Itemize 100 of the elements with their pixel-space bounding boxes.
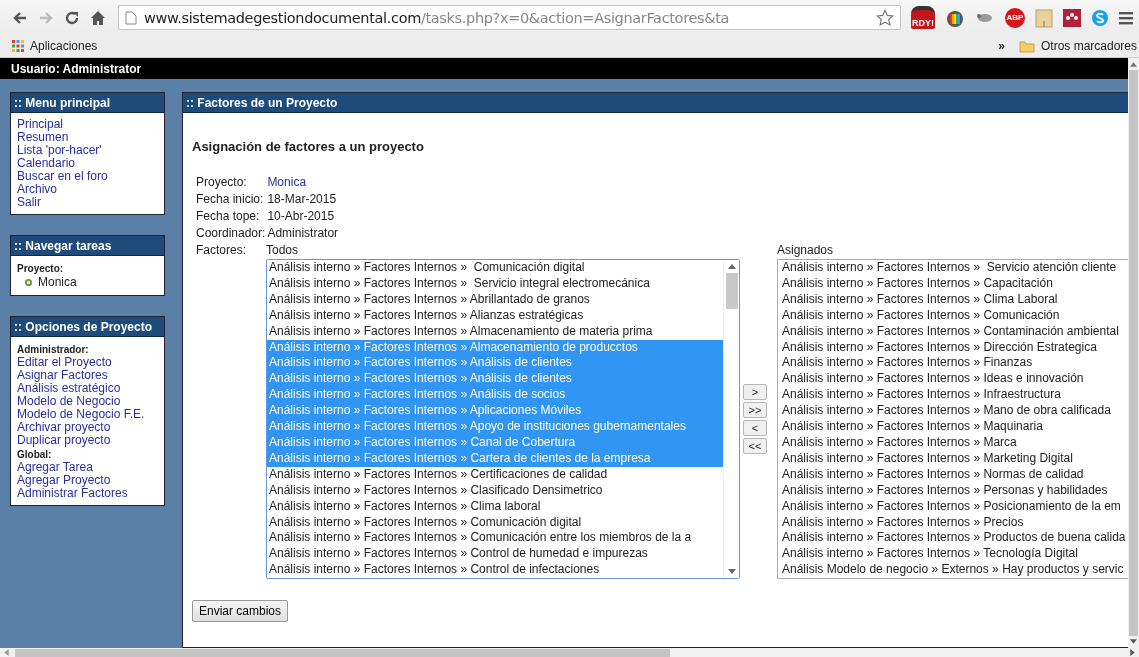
- submit-button[interactable]: Enviar cambios: [192, 600, 289, 622]
- menu-link[interactable]: Análisis estratégico: [17, 382, 158, 395]
- move-button[interactable]: >: [743, 384, 767, 400]
- list-option[interactable]: Análisis interno » Factores Internos » Control de infectaciones: [267, 562, 723, 578]
- list-option[interactable]: Análisis interno » Factores Internos » Clima Laboral: [780, 291, 1128, 308]
- list-option[interactable]: Análisis Modelo de negocio » Externos » Hay productos y servic: [780, 562, 1128, 578]
- reload-icon[interactable]: [64, 9, 80, 26]
- list-option[interactable]: Análisis interno » Factores Internos » Almacenamiento de materia prima: [267, 323, 723, 340]
- list-label: Asignados: [777, 242, 835, 259]
- field-label: Factores:: [195, 242, 247, 259]
- scroll-thumb[interactable]: [725, 273, 738, 309]
- list-option[interactable]: Análisis interno » Factores Internos » Marketing Digital: [780, 450, 1128, 467]
- field-label: Fecha inicio:: [196, 191, 265, 208]
- scroll-left-icon[interactable]: [4, 649, 9, 656]
- menu-link[interactable]: Archivar proyecto: [17, 421, 158, 434]
- field-value: Administrator: [267, 225, 339, 242]
- list-option[interactable]: Análisis interno » Factores Internos » Comunicación: [780, 307, 1128, 324]
- skype-icon[interactable]: [1091, 8, 1109, 27]
- section-heading: Global:: [17, 448, 53, 461]
- menu-link[interactable]: Administrar Factores: [17, 487, 158, 500]
- list-option[interactable]: Análisis interno » Factores Internos » Marca: [780, 434, 1128, 451]
- list-option[interactable]: Análisis interno » Factores Internos » Dirección Estrategica: [780, 339, 1128, 356]
- list-option[interactable]: Análisis interno » Factores Internos » Alianzas estratégicas: [267, 307, 723, 324]
- menu-link[interactable]: Calendario: [17, 157, 158, 170]
- bullet-icon: [25, 279, 32, 286]
- panel-title: :: Factores de un Proyecto: [186, 95, 338, 110]
- list-option[interactable]: Análisis interno » Factores Internos » Infraestructura: [780, 387, 1128, 404]
- scroll-thumb[interactable]: [15, 648, 670, 657]
- list-option[interactable]: Análisis interno » Factores Internos » Maquinaria: [780, 419, 1128, 435]
- other-bookmarks[interactable]: Otros marcadores: [1040, 39, 1137, 53]
- move-button[interactable]: <: [743, 420, 767, 436]
- all-factors-list[interactable]: [266, 259, 740, 579]
- extension-badge-icon[interactable]: RDY!: [911, 6, 935, 29]
- section-heading: Proyecto:: [17, 262, 65, 275]
- address-bar[interactable]: www.sistemadegestiondocumental.com/tasks.php?x=0&action=AsignarFactores&ta: [118, 5, 901, 30]
- dots-icon[interactable]: [1063, 8, 1081, 27]
- user-label: Usuario: Administrator: [11, 61, 142, 76]
- field-label: Coordinador:: [196, 225, 266, 242]
- list-option[interactable]: Análisis interno » Factores Internos » Mano de obra calificada: [780, 403, 1128, 420]
- list-option[interactable]: Análisis interno » Factores Internos » Clasificado Densimetrico: [267, 482, 723, 499]
- menu-link[interactable]: Archivo: [17, 183, 158, 196]
- apps-bookmark[interactable]: Aplicaciones: [30, 39, 98, 53]
- more-bookmarks-button[interactable]: »: [998, 39, 1005, 53]
- back-icon[interactable]: [12, 9, 28, 26]
- list-option[interactable]: Análisis interno » Factores Internos » Servicio atención cliente: [780, 260, 1128, 276]
- apps-icon[interactable]: [12, 40, 24, 52]
- list-option[interactable]: Análisis interno » Factores Internos » Servicio integral electromecánica: [267, 275, 723, 292]
- horizontal-scrollbar[interactable]: [0, 648, 1139, 657]
- menu-link[interactable]: Lista 'por-hacer': [17, 144, 158, 157]
- move-button[interactable]: >>: [743, 402, 767, 418]
- scroll-up-icon[interactable]: [727, 264, 736, 269]
- menu-link[interactable]: Buscar en el foro: [17, 170, 158, 183]
- list-option[interactable]: Análisis interno » Factores Internos » Ideas e innovación: [780, 371, 1128, 388]
- field-value: 10-Abr-2015: [267, 208, 336, 225]
- star-icon[interactable]: [876, 8, 894, 27]
- list-option[interactable]: Análisis interno » Factores Internos » Comunicación digital: [267, 514, 723, 531]
- list-option[interactable]: Análisis interno » Factores Internos » Personas y habilidades: [780, 482, 1128, 499]
- menu-link[interactable]: Duplicar proyecto: [17, 434, 158, 447]
- home-icon[interactable]: [90, 9, 106, 26]
- list-option[interactable]: Análisis interno » Factores Internos » Capacitación: [780, 275, 1128, 292]
- field-value: 18-Mar-2015: [267, 191, 338, 208]
- scroll-up-icon[interactable]: [1130, 62, 1137, 67]
- project-link[interactable]: Monica: [38, 275, 77, 290]
- list-option[interactable]: Análisis interno » Factores Internos » Finanzas: [780, 355, 1128, 372]
- panel-title: :: Opciones de Proyecto: [14, 319, 153, 334]
- list-option[interactable]: Análisis interno » Factores Internos » Posicionamiento de la em: [780, 498, 1128, 515]
- menu-icon[interactable]: [1119, 10, 1133, 25]
- list-option[interactable]: Análisis interno » Factores Internos » Control de humedad e impurezas: [267, 546, 723, 563]
- menu-link[interactable]: Agregar Tarea: [17, 461, 158, 474]
- menu-link[interactable]: Modelo de Negocio: [17, 395, 158, 408]
- list-option[interactable]: Análisis interno » Factores Internos » Comunicación entre los miembros de la a: [267, 530, 723, 547]
- list-option[interactable]: Análisis interno » Factores Internos » Tecnología Digital: [780, 546, 1128, 563]
- list-scrollbar[interactable]: [723, 260, 739, 578]
- scroll-down-icon[interactable]: [1130, 639, 1137, 644]
- project-link[interactable]: Monica: [267, 174, 339, 191]
- list-label: Todos: [266, 242, 300, 259]
- panel-title: :: Navegar tareas: [14, 238, 112, 253]
- list-option[interactable]: Análisis interno » Factores Internos » Certificaciones de calidad: [267, 466, 723, 483]
- move-button[interactable]: <<: [743, 438, 767, 454]
- menu-link[interactable]: Resumen: [17, 131, 158, 144]
- list-option[interactable]: Análisis interno » Factores Internos » Productos de buena calida: [780, 530, 1128, 547]
- list-option[interactable]: Análisis interno » Factores Internos » Clima laboral: [267, 498, 723, 515]
- list-option[interactable]: Análisis interno » Factores Internos » Comunicación digital: [267, 260, 723, 276]
- page-scrollbar[interactable]: [1128, 58, 1139, 648]
- extension-stop-icon[interactable]: ABP: [1005, 7, 1025, 28]
- scroll-down-icon[interactable]: [727, 569, 736, 574]
- list-option[interactable]: Análisis interno » Factores Internos » Normas de calidad: [780, 466, 1128, 483]
- menu-link[interactable]: Principal: [17, 118, 158, 131]
- scroll-thumb[interactable]: [1129, 70, 1138, 636]
- page-icon: [125, 10, 137, 25]
- list-option[interactable]: Análisis interno » Factores Internos » Contaminación ambiental: [780, 323, 1128, 340]
- page-heading: Asignación de factores a un proyecto: [192, 139, 425, 154]
- menu-link[interactable]: Editar el Proyecto: [17, 356, 158, 369]
- menu-link[interactable]: Salir: [17, 196, 158, 209]
- menu-link[interactable]: Asignar Factores: [17, 369, 158, 382]
- menu-link[interactable]: Modelo de Negocio F.E.: [17, 408, 158, 421]
- scroll-right-icon[interactable]: [1130, 649, 1135, 656]
- list-option[interactable]: Análisis interno » Factores Internos » Abrillantado de granos: [267, 291, 723, 308]
- menu-link[interactable]: Agregar Proyecto: [17, 474, 158, 487]
- list-option[interactable]: Análisis interno » Factores Internos » Precios: [780, 514, 1128, 531]
